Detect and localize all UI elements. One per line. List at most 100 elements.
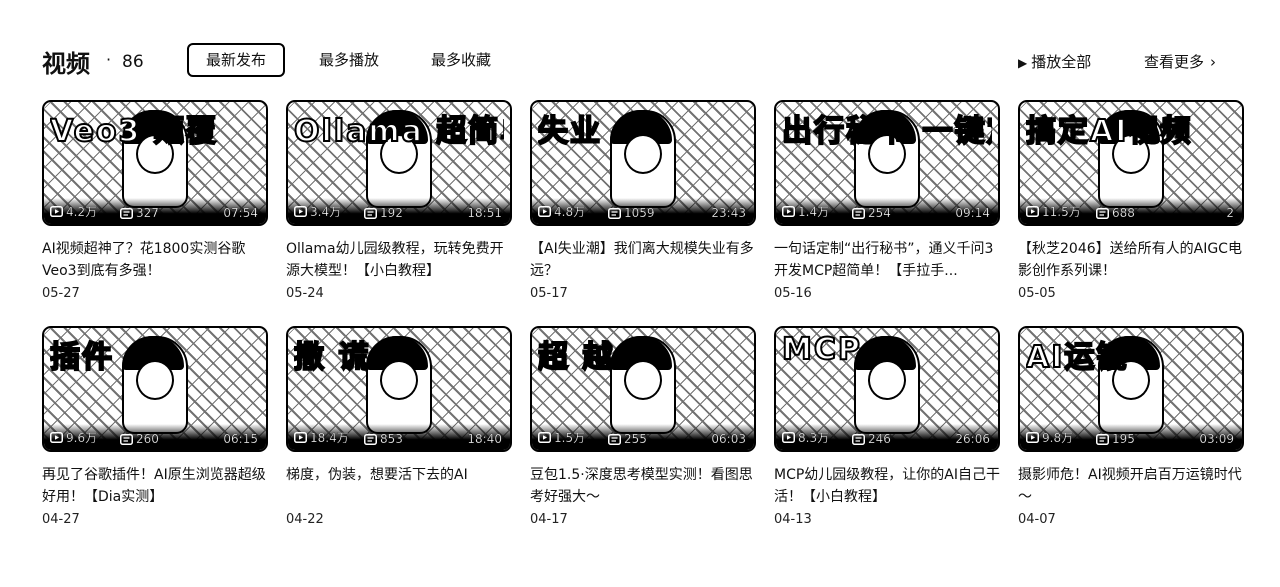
video-title[interactable]: 【AI失业潮】我们离大规模失业有多远？ [530,238,756,282]
video-card[interactable]: 插件 9.6万 260 06:15 再见了谷歌插件！AI原生浏览器超级好用！【D… [42,326,268,527]
tab-latest[interactable]: 最新发布 [187,43,285,77]
danmaku-count-value: 260 [136,432,159,446]
tab-label: 最多收藏 [430,51,491,69]
tab-label: 最新发布 [205,51,266,69]
view-count-value: 9.8万 [1042,431,1074,445]
video-thumbnail[interactable]: AI运镜 9.8万 195 03:09 [1018,326,1244,452]
video-thumbnail[interactable]: Veo3 颠覆 4.2万 327 07:54 [42,100,268,226]
video-date: 05-17 [530,286,568,301]
thumbnail-caption: 搞定AI视频 [1026,113,1193,150]
play-count-icon [294,432,307,443]
video-date: 04-17 [530,512,568,527]
video-duration: 09:14 [955,206,990,220]
video-thumbnail[interactable]: 撒 谎 18.4万 853 18:40 [286,326,512,452]
play-count-icon [1026,206,1039,217]
video-thumbnail[interactable]: 插件 9.6万 260 06:15 [42,326,268,452]
video-count: 86 [122,52,144,72]
view-count: 4.8万 [538,203,585,220]
video-card[interactable]: AI运镜 9.8万 195 03:09 摄影师危！AI视频开启百万运镜时代～ 0… [1018,326,1244,527]
video-card[interactable]: 撒 谎 18.4万 853 18:40 梯度，伪装，想要活下去的AI 04-22 [286,326,512,527]
video-duration: 06:03 [711,432,746,446]
danmaku-count-value: 1059 [624,206,655,220]
thumbnail-caption: 失业 [538,113,602,150]
video-thumbnail[interactable]: 出行秘书 一键定制 1.4万 254 09:14 [774,100,1000,226]
video-title[interactable]: 【秋芝2046】送给所有人的AIGC电影创作系列课！ [1018,238,1244,282]
video-date: 05-27 [42,286,80,301]
view-count-value: 18.4万 [310,431,349,445]
play-count-icon [1026,432,1039,443]
video-title[interactable]: 再见了谷歌插件！AI原生浏览器超级好用！【Dia实测】 [42,464,268,508]
view-count-value: 3.4万 [310,205,342,219]
thumbnail-caption: Veo3 颠覆 [50,113,218,150]
danmaku-count: 1059 [608,206,655,220]
danmaku-count-value: 327 [136,206,159,220]
view-count-value: 4.2万 [66,205,98,219]
section-title: 视频 [42,50,90,78]
video-thumbnail[interactable]: 失业 4.8万 1059 23:43 [530,100,756,226]
danmaku-count-value: 254 [868,206,891,220]
view-count-value: 8.3万 [798,431,830,445]
video-card[interactable]: 超 越 1.5万 255 06:03 豆包1.5·深度思考模型实测！看图思考好强… [530,326,756,527]
danmaku-icon [1096,207,1109,219]
view-more-button[interactable]: 查看更多 › [1144,51,1216,72]
video-title[interactable]: AI视频超神了？花1800实测谷歌Veo3到底有多强！ [42,238,268,282]
view-count-value: 1.4万 [798,205,830,219]
play-all-button[interactable]: ▶ 播放全部 [1018,51,1091,72]
video-card[interactable]: 出行秘书 一键定制 1.4万 254 09:14 一句话定制“出行秘书”，通义千… [774,100,1000,301]
danmaku-icon [1096,433,1109,445]
danmaku-count-value: 246 [868,432,891,446]
tab-most-played[interactable]: 最多播放 [308,43,390,77]
video-thumbnail[interactable]: MCP 8.3万 246 26:06 [774,326,1000,452]
video-title[interactable]: 豆包1.5·深度思考模型实测！看图思考好强大～ [530,464,756,508]
danmaku-count-value: 688 [1112,206,1135,220]
video-card[interactable]: 搞定AI视频 11.5万 688 2 【秋芝2046】送给所有人的AIGC电影创… [1018,100,1244,301]
thumbnail-caption: AI运镜 [1026,339,1129,376]
view-count: 9.8万 [1026,429,1073,446]
danmaku-count-value: 195 [1112,432,1135,446]
video-duration: 2 [1226,206,1234,220]
video-thumbnail[interactable]: 超 越 1.5万 255 06:03 [530,326,756,452]
video-title[interactable]: Ollama幼儿园级教程，玩转免费开源大模型！【小白教程】 [286,238,512,282]
danmaku-count-value: 255 [624,432,647,446]
video-date: 04-22 [286,512,324,527]
video-card[interactable]: Ollama 超简单 3.4万 192 18:51 Ollama幼儿园级教程，玩… [286,100,512,301]
view-count: 1.5万 [538,429,585,446]
video-card[interactable]: MCP 8.3万 246 26:06 MCP幼儿园级教程，让你的AI自己干活！【… [774,326,1000,527]
video-date: 04-13 [774,512,812,527]
tab-label: 最多播放 [318,51,379,69]
video-title[interactable]: 一句话定制“出行秘书”，通义千问3开发MCP超简单！【手拉手... [774,238,1000,282]
thumbnail-caption: MCP [782,332,862,367]
play-count-icon [538,432,551,443]
view-count: 4.2万 [50,203,97,220]
video-duration: 03:09 [1199,432,1234,446]
thumbnail-caption: 插件 [50,339,114,376]
view-count-value: 9.6万 [66,431,98,445]
video-date: 04-07 [1018,512,1056,527]
view-count: 9.6万 [50,429,97,446]
danmaku-count: 260 [120,432,159,446]
thumbnail-caption: Ollama 超简单 [294,113,504,150]
section-header: 视频 · 86 最新发布 最多播放 最多收藏 ▶ 播放全部 查看更多 › [0,0,1280,100]
play-count-icon [538,206,551,217]
video-duration: 18:40 [467,432,502,446]
video-thumbnail[interactable]: 搞定AI视频 11.5万 688 2 [1018,100,1244,226]
danmaku-icon [852,433,865,445]
video-duration: 06:15 [223,432,258,446]
danmaku-count-value: 853 [380,432,403,446]
danmaku-count: 254 [852,206,891,220]
danmaku-count: 688 [1096,206,1135,220]
video-card[interactable]: 失业 4.8万 1059 23:43 【AI失业潮】我们离大规模失业有多远？ 0… [530,100,756,301]
thumbnail-caption: 撒 谎 [294,339,371,376]
video-thumbnail[interactable]: Ollama 超简单 3.4万 192 18:51 [286,100,512,226]
view-count: 18.4万 [294,429,349,446]
play-all-label: 播放全部 [1031,53,1092,71]
video-card[interactable]: Veo3 颠覆 4.2万 327 07:54 AI视频超神了？花1800实测谷歌… [42,100,268,301]
chevron-right-icon: › [1210,53,1217,71]
tab-most-favorited[interactable]: 最多收藏 [420,43,502,77]
video-title[interactable]: MCP幼儿园级教程，让你的AI自己干活！【小白教程】 [774,464,1000,508]
video-title[interactable]: 梯度，伪装，想要活下去的AI [286,464,512,508]
title-separator: · [106,50,112,69]
thumbnail-caption: 出行秘书 一键定制 [782,113,992,150]
danmaku-count: 255 [608,432,647,446]
video-title[interactable]: 摄影师危！AI视频开启百万运镜时代～ [1018,464,1244,508]
